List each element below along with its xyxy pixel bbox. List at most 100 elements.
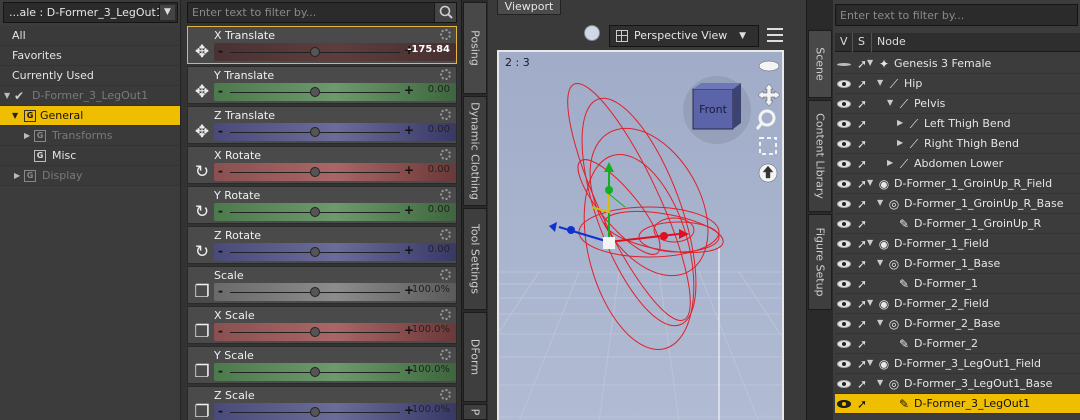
scene-node-row[interactable]: ➚ ▼ ◎ D-Former_3_LegOut1_Base bbox=[835, 374, 1080, 394]
slider-knob[interactable] bbox=[310, 167, 320, 177]
selectable-cursor-icon[interactable]: ➚ bbox=[857, 337, 871, 351]
visibility-eye-icon[interactable] bbox=[837, 400, 851, 408]
decrement-button[interactable]: - bbox=[218, 44, 223, 58]
scene-node-row[interactable]: ➚ ✎ D-Former_2 bbox=[835, 334, 1080, 354]
gear-icon[interactable] bbox=[440, 29, 451, 40]
slider-knob[interactable] bbox=[310, 87, 320, 97]
visibility-eye-icon[interactable] bbox=[837, 200, 851, 208]
gear-icon[interactable] bbox=[440, 309, 451, 320]
scene-node-row[interactable]: ➚ ▶ ⟋ Right Thigh Bend bbox=[835, 134, 1080, 154]
visibility-eye-icon[interactable] bbox=[837, 180, 851, 188]
parameter-slider[interactable]: Scale ❐ - +100.0% bbox=[187, 266, 457, 304]
visibility-eye-icon[interactable] bbox=[837, 140, 851, 148]
increment-button[interactable]: + bbox=[404, 83, 414, 97]
slider-knob[interactable] bbox=[310, 47, 320, 57]
parameter-value[interactable]: 100.0% bbox=[412, 324, 450, 335]
parameter-slider[interactable]: X Rotate ↻ - +0.00 bbox=[187, 146, 457, 184]
selectable-cursor-icon[interactable]: ➚ bbox=[857, 317, 871, 331]
selectable-cursor-icon[interactable]: ➚ bbox=[857, 377, 871, 391]
expand-triangle-icon[interactable]: ▶ bbox=[887, 158, 893, 167]
scene-node-row[interactable]: ➚ ▼ ◎ D-Former_1_GroinUp_R_Base bbox=[835, 194, 1080, 214]
slider-knob[interactable] bbox=[310, 407, 320, 417]
scene-node-row[interactable]: ➚ ▼ ⟋ Hip bbox=[835, 74, 1080, 94]
visibility-eye-icon[interactable] bbox=[837, 260, 851, 268]
tab-dynamic-clothing[interactable]: Dynamic Clothing bbox=[463, 96, 487, 206]
parameter-value[interactable]: 100.0% bbox=[412, 284, 450, 295]
scene-node-row[interactable]: ➚ ✎ D-Former_1 bbox=[835, 274, 1080, 294]
expand-triangle-icon[interactable]: ▼ bbox=[12, 106, 18, 126]
tree-node-general[interactable]: ▼ G General bbox=[0, 106, 180, 126]
slider-knob[interactable] bbox=[310, 207, 320, 217]
slider-knob[interactable] bbox=[310, 247, 320, 257]
selectable-cursor-icon[interactable]: ➚ bbox=[857, 157, 871, 171]
scene-node-row[interactable]: ➚ ▼ ◎ D-Former_2_Base bbox=[835, 314, 1080, 334]
decrement-button[interactable]: - bbox=[218, 364, 223, 378]
parameter-value[interactable]: 0.00 bbox=[428, 164, 450, 175]
gear-icon[interactable] bbox=[440, 349, 451, 360]
tab-dform[interactable]: DForm bbox=[463, 312, 487, 402]
parameter-slider[interactable]: Z Translate ✥ - +0.00 bbox=[187, 106, 457, 144]
visibility-eye-icon[interactable] bbox=[837, 120, 851, 128]
gear-icon[interactable] bbox=[440, 189, 451, 200]
selectable-cursor-icon[interactable]: ➚ bbox=[857, 77, 871, 91]
selectable-cursor-icon[interactable]: ➚ bbox=[857, 117, 871, 131]
slider-knob[interactable] bbox=[310, 287, 320, 297]
expand-triangle-icon[interactable]: ▼ bbox=[877, 378, 883, 387]
expand-triangle-icon[interactable]: ▼ bbox=[877, 78, 883, 87]
parameter-slider[interactable]: X Translate ✥ - + -175.84 bbox=[187, 26, 457, 64]
increment-button[interactable]: + bbox=[404, 163, 414, 177]
parameter-slider[interactable]: Z Scale ❐ - +100.0% bbox=[187, 386, 457, 420]
selectable-cursor-icon[interactable]: ➚ bbox=[857, 397, 871, 411]
gear-icon[interactable] bbox=[440, 149, 451, 160]
gear-icon[interactable] bbox=[440, 69, 451, 80]
visibility-eye-icon[interactable] bbox=[837, 360, 851, 368]
decrement-button[interactable]: - bbox=[218, 204, 223, 218]
slider-knob[interactable] bbox=[310, 127, 320, 137]
globe-icon[interactable] bbox=[584, 25, 600, 41]
scene-node-row[interactable]: ➚ ✎ D-Former_3_LegOut1 bbox=[835, 394, 1080, 414]
gear-icon[interactable] bbox=[440, 269, 451, 280]
expand-triangle-icon[interactable]: ▶ bbox=[897, 118, 903, 127]
parameter-slider[interactable]: Y Rotate ↻ - +0.00 bbox=[187, 186, 457, 224]
gear-icon[interactable] bbox=[440, 109, 451, 120]
selectable-cursor-icon[interactable]: ➚ bbox=[857, 217, 871, 231]
column-selectable[interactable]: S bbox=[858, 35, 865, 48]
category-all[interactable]: All bbox=[0, 26, 180, 46]
expand-triangle-icon[interactable]: ▼ bbox=[867, 358, 873, 367]
expand-triangle-icon[interactable]: ▶ bbox=[14, 166, 20, 186]
camera-select[interactable]: Perspective View ▼ bbox=[609, 25, 759, 47]
expand-triangle-icon[interactable]: ▼ bbox=[877, 318, 883, 327]
parameter-value[interactable]: 0.00 bbox=[428, 124, 450, 135]
parameter-value[interactable]: 0.00 bbox=[428, 84, 450, 95]
scene-node-row[interactable]: ➚ ▼ ✦ Genesis 3 Female bbox=[835, 54, 1080, 74]
tree-node-misc[interactable]: G Misc bbox=[0, 146, 180, 166]
slider-knob[interactable] bbox=[310, 327, 320, 337]
viewport-canvas[interactable]: 2 : 3 Front bbox=[497, 50, 784, 420]
expand-triangle-icon[interactable]: ▼ bbox=[877, 198, 883, 207]
parameter-value[interactable]: 0.00 bbox=[428, 244, 450, 255]
scene-filter-input[interactable] bbox=[836, 5, 1076, 25]
selectable-cursor-icon[interactable]: ➚ bbox=[857, 197, 871, 211]
tab-figure-setup[interactable]: Figure Setup bbox=[808, 214, 832, 310]
tree-node-display[interactable]: ▶ G Display bbox=[0, 166, 180, 186]
expand-triangle-icon[interactable]: ▼ bbox=[867, 298, 873, 307]
increment-button[interactable]: + bbox=[404, 203, 414, 217]
visibility-eye-icon[interactable] bbox=[837, 340, 851, 348]
scene-node-row[interactable]: ➚ ▼ ◉ D-Former_3_LegOut1_Field bbox=[835, 354, 1080, 374]
scene-node-row[interactable]: ➚ ▼ ◎ D-Former_1_Base bbox=[835, 254, 1080, 274]
expand-triangle-icon[interactable]: ▼ bbox=[867, 238, 873, 247]
chevron-down-icon[interactable]: ▼ bbox=[159, 5, 175, 20]
column-node[interactable]: Node bbox=[877, 35, 906, 48]
visibility-eye-icon[interactable] bbox=[837, 380, 851, 388]
expand-triangle-icon[interactable]: ▼ bbox=[877, 258, 883, 267]
parameter-value[interactable]: 100.0% bbox=[412, 404, 450, 415]
column-visible[interactable]: V bbox=[840, 35, 848, 48]
slider-knob[interactable] bbox=[310, 367, 320, 377]
scene-node-row[interactable]: ➚ ▼ ◉ D-Former_1_Field bbox=[835, 234, 1080, 254]
tab-posing[interactable]: Posing bbox=[463, 2, 487, 94]
visibility-eye-icon[interactable] bbox=[837, 80, 851, 88]
expand-triangle-icon[interactable]: ▼ bbox=[867, 58, 873, 67]
parameter-slider[interactable]: Y Translate ✥ - +0.00 bbox=[187, 66, 457, 104]
tab-more[interactable]: P bbox=[463, 404, 487, 420]
decrement-button[interactable]: - bbox=[218, 284, 223, 298]
